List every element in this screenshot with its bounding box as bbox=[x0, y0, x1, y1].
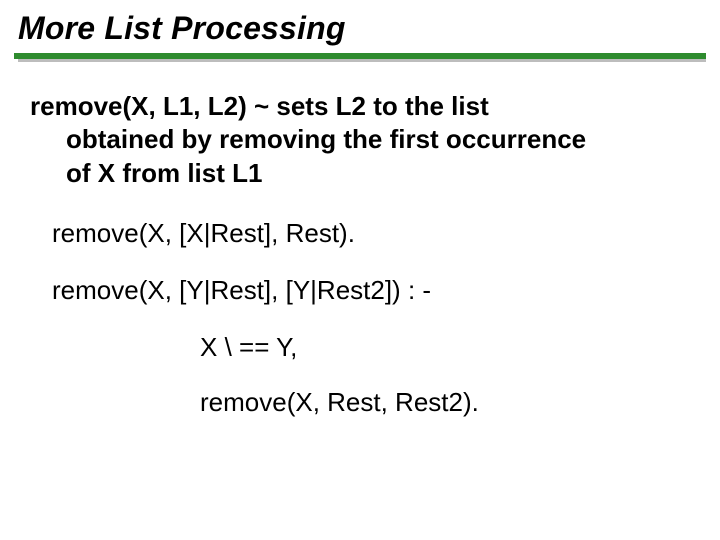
desc-line-3: of X from list L1 bbox=[30, 157, 680, 190]
clause-base-case: remove(X, [X|Rest], Rest). bbox=[30, 218, 680, 249]
desc-line-1: remove(X, L1, L2) ~ sets L2 to the list bbox=[30, 91, 489, 121]
slide-body: remove(X, L1, L2) ~ sets L2 to the list … bbox=[0, 62, 720, 418]
title-block: More List Processing bbox=[0, 0, 720, 47]
clause-recursive-head: remove(X, [Y|Rest], [Y|Rest2]) : - bbox=[30, 275, 680, 306]
clause-recursive-condition: X \ == Y, bbox=[30, 332, 680, 363]
predicate-description: remove(X, L1, L2) ~ sets L2 to the list … bbox=[30, 90, 680, 190]
slide: More List Processing remove(X, L1, L2) ~… bbox=[0, 0, 720, 540]
slide-title: More List Processing bbox=[18, 10, 720, 47]
desc-line-2: obtained by removing the first occurrenc… bbox=[30, 123, 680, 156]
title-rule bbox=[14, 53, 706, 62]
clause-recursive-call: remove(X, Rest, Rest2). bbox=[30, 387, 680, 418]
